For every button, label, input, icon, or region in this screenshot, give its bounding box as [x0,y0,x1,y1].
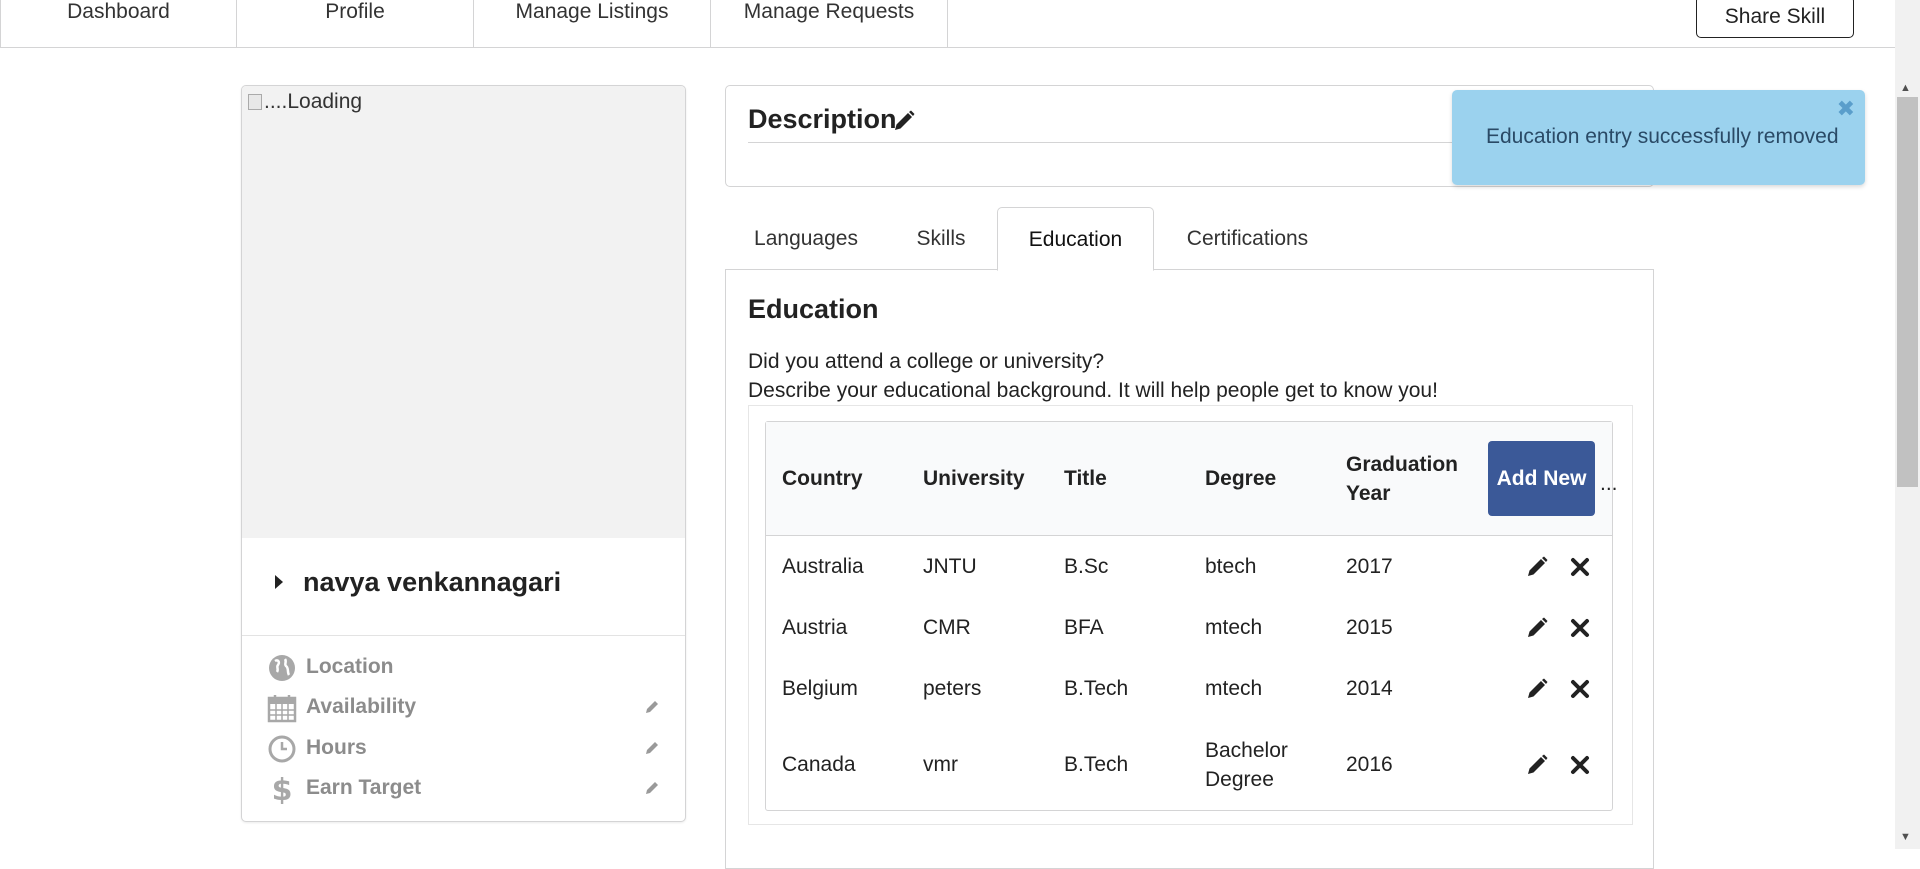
add-new-button[interactable]: Add New [1488,441,1595,516]
scroll-down-arrow-icon[interactable]: ▼ [1900,831,1911,843]
table-header: Country University Title Degree Graduati… [766,422,1618,536]
nav-profile[interactable]: Profile [237,0,474,47]
education-description-line1: Did you attend a college or university? [748,350,1105,373]
globe-icon [269,655,295,681]
table-row: Australia JNTU B.Sc btech 2017 [766,536,1612,597]
column-header-university: University [923,467,1025,490]
meta-location: Location [242,649,685,689]
cell-country: Canada [782,753,856,776]
table-row: Canada vmr B.Tech Bachelor Degree 2016 [766,719,1612,811]
tab-education[interactable]: Education [997,207,1154,271]
delete-x-icon[interactable] [1569,556,1591,578]
cell-country: Belgium [782,677,858,700]
cell-title: B.Sc [1064,555,1109,578]
cell-country: Australia [782,555,864,578]
meta-label-location: Location [306,655,394,678]
education-description-line2: Describe your educational background. It… [748,379,1438,402]
cell-title: B.Tech [1064,677,1129,700]
header-overflow: ... [1600,472,1618,495]
cell-year: 2014 [1346,677,1393,700]
education-table-wrapper: Country University Title Degree Graduati… [748,405,1633,825]
education-table: Country University Title Degree Graduati… [765,421,1618,811]
tab-skills[interactable]: Skills [886,207,996,270]
share-skill-button[interactable]: Share Skill [1696,0,1854,38]
table-row: Austria CMR BFA mtech 2015 [766,597,1612,658]
delete-x-icon[interactable] [1569,754,1591,776]
meta-label-earn-target: Earn Target [306,776,422,799]
edit-pencil-icon[interactable] [1526,556,1548,578]
delete-x-icon[interactable] [1569,617,1591,639]
education-heading: Education [748,294,879,324]
education-tab-panel: Education Did you attend a college or un… [725,269,1654,869]
nav-manage-listings[interactable]: Manage Listings [474,0,711,47]
toast-close-icon[interactable]: ✖ [1837,96,1855,122]
cell-degree: Bachelor Degree [1205,739,1288,791]
cell-degree: mtech [1205,677,1263,700]
nav-dashboard[interactable]: Dashboard [1,0,237,47]
cell-university: peters [923,677,982,700]
scroll-up-arrow-icon[interactable]: ▲ [1900,82,1911,94]
toast-message: Education entry successfully removed [1486,125,1839,148]
caret-right-icon[interactable] [274,574,284,590]
description-title: Description [748,104,897,134]
clock-icon [268,735,296,763]
profile-photo-alt: ....Loading [264,90,363,113]
column-header-country: Country [782,467,863,490]
meta-label-hours: Hours [306,736,367,759]
cell-university: vmr [923,753,958,776]
meta-hours: Hours [242,730,685,770]
edit-hours-pencil-icon[interactable] [644,740,660,756]
edit-pencil-icon[interactable] [1526,678,1548,700]
dollar-icon: $ [272,774,293,804]
table-row: Belgium peters B.Tech mtech 2014 [766,658,1612,719]
cell-university: JNTU [923,555,977,578]
broken-image-icon [248,94,262,110]
profile-name: navya venkannagari [303,567,562,597]
scrollbar-thumb[interactable] [1897,97,1918,487]
calendar-icon [267,695,297,723]
tab-certifications[interactable]: Certifications [1154,207,1341,270]
column-header-degree: Degree [1205,467,1277,490]
cell-title: B.Tech [1064,753,1129,776]
cell-year: 2015 [1346,616,1393,639]
nav-manage-requests[interactable]: Manage Requests [711,0,948,47]
cell-title: BFA [1064,616,1104,639]
profile-card: ....Loading navya venkannagari Location … [241,85,686,822]
cell-university: CMR [923,616,971,639]
edit-earn-target-pencil-icon[interactable] [644,780,660,796]
edit-availability-pencil-icon[interactable] [644,699,660,715]
column-header-graduation-year: Graduation Year [1346,453,1459,505]
cell-year: 2017 [1346,555,1393,578]
top-nav: Dashboard Profile Manage Listings Manage… [0,0,1895,48]
success-toast: Education entry successfully removed ✖ [1452,90,1865,185]
cell-year: 2016 [1346,753,1393,776]
edit-description-pencil-icon[interactable] [893,110,915,132]
column-header-title: Title [1064,467,1107,490]
meta-label-availability: Availability [306,695,417,718]
tab-languages[interactable]: Languages [726,207,886,270]
delete-x-icon[interactable] [1569,678,1591,700]
profile-name-row: navya venkannagari [242,538,685,636]
meta-availability: Availability [242,689,685,729]
cell-country: Austria [782,616,848,639]
profile-photo: ....Loading [242,86,685,538]
meta-earn-target: $ Earn Target [242,770,685,810]
svg-text:$: $ [272,774,293,804]
cell-degree: btech [1205,555,1257,578]
edit-pencil-icon[interactable] [1526,617,1548,639]
cell-degree: mtech [1205,616,1263,639]
edit-pencil-icon[interactable] [1526,754,1548,776]
